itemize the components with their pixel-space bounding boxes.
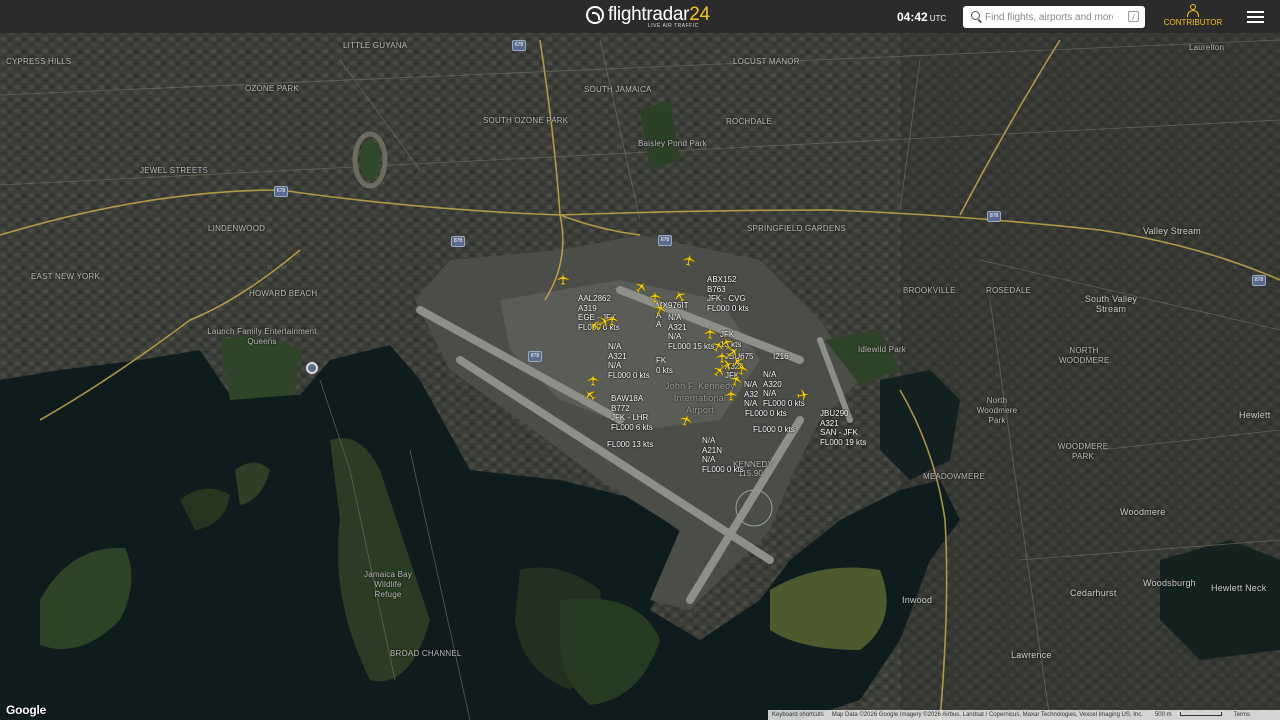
route-shield: 678 — [658, 235, 672, 246]
search-shortcut-key: / — [1128, 11, 1139, 22]
airplane-icon[interactable] — [556, 272, 570, 286]
place-label: Idlewild Park — [858, 345, 906, 354]
flightradar-app: flightradar24 LIVE AIR TRAFFIC 04:42 UTC … — [0, 0, 1280, 720]
airplane-icon[interactable] — [681, 252, 697, 268]
google-logo[interactable]: Google — [6, 703, 46, 717]
place-label: SPRINGFIELD GARDENS — [747, 224, 846, 233]
route-shield: 878 — [528, 351, 542, 362]
place-label: LOCUST MANOR — [733, 57, 800, 66]
place-label: ROSEDALE — [986, 286, 1032, 295]
airplane-icon[interactable] — [605, 313, 619, 327]
search-box[interactable]: / — [963, 6, 1145, 28]
top-bar: flightradar24 LIVE AIR TRAFFIC 04:42 UTC … — [0, 0, 1280, 33]
place-label: Woodsburgh — [1143, 578, 1196, 588]
logo-tagline: LIVE AIR TRAFFIC — [648, 23, 699, 29]
place-label: Laurelton — [1189, 43, 1225, 52]
place-label: ROCHDALE — [726, 117, 773, 126]
route-shield: 678 — [274, 186, 288, 197]
map-scale: 500 m — [1151, 712, 1226, 718]
clock-time: 04:42 — [897, 10, 928, 24]
place-label: MEADOWMERE — [923, 472, 985, 481]
user-icon — [1187, 4, 1199, 17]
flight-label[interactable]: N/A A21N N/A FL000 0 kts — [702, 436, 744, 474]
place-label: Launch Family Entertainment Queens — [207, 327, 317, 346]
place-label: LINDENWOOD — [208, 224, 266, 233]
place-label: Jamaica Bay Wildlife Refuge — [364, 570, 412, 599]
logo-radar-icon — [586, 6, 604, 24]
flight-label[interactable]: ABX152 B763 JFK - CVG FL000 0 kts — [707, 275, 749, 313]
airplane-icon[interactable] — [586, 373, 600, 387]
place-label: BROAD CHANNEL — [390, 649, 462, 658]
search-icon — [971, 11, 980, 20]
place-label: OZONE PARK — [245, 84, 299, 93]
flight-label[interactable]: N/A A32 N/A — [744, 380, 758, 409]
flight-label[interactable]: FL000 0 kts — [753, 425, 795, 435]
contributor-button[interactable]: CONTRIBUTOR — [1163, 4, 1223, 30]
place-label: Valley Stream — [1143, 226, 1201, 236]
contributor-label: CONTRIBUTOR — [1163, 18, 1223, 27]
route-shield: 878 — [987, 211, 1001, 222]
place-pin-icon[interactable] — [306, 362, 318, 374]
map-data-credit: Map Data ©2026 Google Imagery ©2026 Airb… — [831, 712, 1143, 718]
utc-clock: 04:42 UTC — [897, 10, 946, 24]
place-label: Hewlett — [1239, 410, 1271, 420]
place-label: NORTH WOODMERE — [1059, 346, 1110, 365]
place-label: BROOKVILLE — [903, 286, 956, 295]
route-shield: 678 — [512, 40, 526, 51]
flight-label[interactable]: FL000 0 kts — [745, 409, 787, 419]
place-label: SOUTH OZONE PARK — [483, 116, 569, 125]
flight-label[interactable]: FL000 13 kts — [607, 440, 653, 450]
place-label: Cedarhurst — [1070, 588, 1117, 598]
place-label: SOUTH JAMAICA — [584, 85, 652, 94]
place-label: EAST NEW YORK — [31, 272, 100, 281]
place-label: WOODMERE PARK — [1057, 442, 1109, 461]
search-input[interactable] — [985, 9, 1113, 25]
terms-link[interactable]: Terms — [1234, 712, 1250, 718]
place-label: Woodmere — [1120, 507, 1166, 517]
place-label: South Valley Stream — [1084, 294, 1138, 314]
place-label: Hewlett Neck — [1211, 583, 1267, 593]
place-label: Baisley Pond Park — [638, 139, 707, 148]
clock-timezone: UTC — [929, 14, 947, 23]
route-shield: 878 — [1252, 275, 1266, 286]
keyboard-shortcuts-link[interactable]: Keyboard shortcuts — [772, 712, 824, 718]
live-map[interactable]: LITTLE GUYANA CYPRESS HILLS OZONE PARK S… — [0, 33, 1280, 720]
flight-label[interactable]: JBU290 A321 SAN - JFK FL000 19 kts — [820, 409, 866, 447]
place-label: JEWEL STREETS — [140, 166, 209, 175]
flightradar24-logo[interactable]: flightradar24 LIVE AIR TRAFFIC — [586, 4, 710, 30]
flight-label[interactable]: BAW18A B772 JFK - LHR FL000 6 kts — [611, 394, 653, 432]
hamburger-menu-icon[interactable] — [1247, 11, 1264, 23]
airplane-icon[interactable] — [724, 388, 738, 402]
map-attribution-bar: Keyboard shortcuts Map Data ©2026 Google … — [768, 710, 1280, 720]
place-label: Inwood — [902, 595, 933, 605]
airplane-icon[interactable] — [795, 387, 811, 403]
place-label: Lawrence — [1011, 650, 1052, 660]
place-label: CYPRESS HILLS — [6, 57, 72, 66]
route-shield: 878 — [451, 236, 465, 247]
flight-label[interactable]: I216 — [773, 352, 789, 362]
flight-label[interactable]: N/A A321 N/A FL000 0 kts — [608, 342, 650, 380]
place-label: LITTLE GUYANA — [343, 41, 408, 50]
place-label: HOWARD BEACH — [249, 289, 318, 298]
flight-label[interactable]: FK 0 kts — [656, 356, 673, 375]
place-label: North Woodmere Park — [976, 396, 1018, 425]
